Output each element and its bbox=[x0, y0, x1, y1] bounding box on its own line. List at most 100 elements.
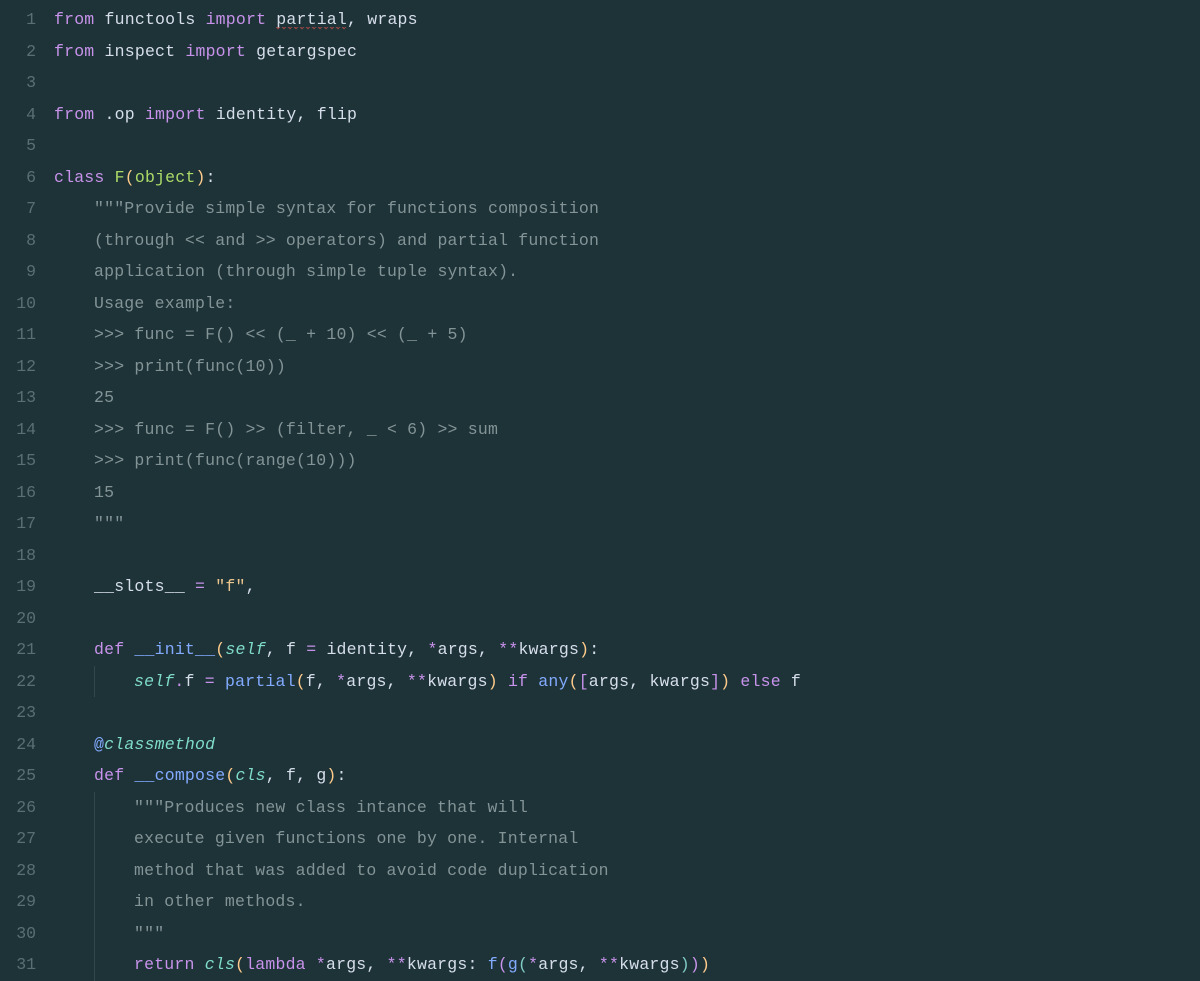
line-number: 14 bbox=[0, 414, 36, 446]
token-id: inspect bbox=[105, 42, 176, 61]
code-line[interactable]: >>> func = F() << (_ + 10) << (_ + 5) bbox=[54, 319, 1200, 351]
line-number: 27 bbox=[0, 823, 36, 855]
line-number: 12 bbox=[0, 351, 36, 383]
token-str: >>> func = F() << (_ + 10) << (_ + 5) bbox=[94, 325, 468, 344]
token-str: """ bbox=[134, 924, 164, 943]
token-id: f bbox=[791, 672, 801, 691]
indent-guide bbox=[54, 823, 94, 855]
code-line[interactable]: """ bbox=[54, 918, 1200, 950]
token-arg: f bbox=[286, 766, 296, 785]
code-line[interactable]: (through << and >> operators) and partia… bbox=[54, 225, 1200, 257]
token-p: ( bbox=[125, 168, 135, 187]
code-line[interactable]: Usage example: bbox=[54, 288, 1200, 320]
token-id: : bbox=[206, 168, 216, 187]
line-number: 13 bbox=[0, 382, 36, 414]
code-line[interactable] bbox=[54, 130, 1200, 162]
token-kw: return bbox=[134, 955, 195, 974]
indent-guide bbox=[54, 666, 94, 698]
code-line[interactable] bbox=[54, 67, 1200, 99]
line-number: 22 bbox=[0, 666, 36, 698]
line-number: 19 bbox=[0, 571, 36, 603]
indent-guide bbox=[94, 918, 134, 950]
code-line[interactable]: """Produces new class intance that will bbox=[54, 792, 1200, 824]
token-p: ) bbox=[326, 766, 336, 785]
token-str: application (through simple tuple syntax… bbox=[94, 262, 518, 281]
line-number: 11 bbox=[0, 319, 36, 351]
token-fn: __init__ bbox=[134, 640, 215, 659]
indent-guide bbox=[54, 288, 94, 320]
code-line[interactable]: __slots__ = "f", bbox=[54, 571, 1200, 603]
token-str: execute given functions one by one. Inte… bbox=[134, 829, 578, 848]
token-type: F bbox=[115, 168, 125, 187]
code-line[interactable]: def __init__(self, f = identity, *args, … bbox=[54, 634, 1200, 666]
token-p: ( bbox=[296, 672, 306, 691]
code-line[interactable]: def __compose(cls, f, g): bbox=[54, 760, 1200, 792]
code-area[interactable]: from functools import partial, wrapsfrom… bbox=[54, 0, 1200, 980]
code-line[interactable]: in other methods. bbox=[54, 886, 1200, 918]
code-line[interactable]: from functools import partial, wraps bbox=[54, 4, 1200, 36]
indent-guide bbox=[54, 319, 94, 351]
token-p2: ) bbox=[690, 955, 700, 974]
token-p2: [ bbox=[579, 672, 589, 691]
token-kw: lambda bbox=[245, 955, 306, 974]
code-line[interactable]: """Provide simple syntax for functions c… bbox=[54, 193, 1200, 225]
line-number: 23 bbox=[0, 697, 36, 729]
token-id: kwargs bbox=[649, 672, 710, 691]
code-line[interactable] bbox=[54, 697, 1200, 729]
indent-guide bbox=[54, 949, 94, 981]
code-line[interactable]: class F(object): bbox=[54, 162, 1200, 194]
indent-guide bbox=[54, 729, 94, 761]
token-op: * bbox=[336, 672, 346, 691]
token-p: ( bbox=[569, 672, 579, 691]
code-line[interactable]: """ bbox=[54, 508, 1200, 540]
token-str: in other methods. bbox=[134, 892, 306, 911]
code-line[interactable] bbox=[54, 603, 1200, 635]
token-op: = bbox=[195, 577, 205, 596]
code-line[interactable]: @classmethod bbox=[54, 729, 1200, 761]
token-str: method that was added to avoid code dupl… bbox=[134, 861, 609, 880]
code-editor[interactable]: 1234567891011121314151617181920212223242… bbox=[0, 0, 1200, 980]
code-line[interactable]: from .op import identity, flip bbox=[54, 99, 1200, 131]
token-str: >>> print(func(10)) bbox=[94, 357, 286, 376]
token-id: : bbox=[337, 766, 347, 785]
indent-guide bbox=[54, 918, 94, 950]
token-p: ) bbox=[720, 672, 730, 691]
indent-guide bbox=[54, 382, 94, 414]
token-comma: , bbox=[266, 766, 276, 785]
code-line[interactable]: from inspect import getargspec bbox=[54, 36, 1200, 68]
indent-guide bbox=[54, 886, 94, 918]
code-line[interactable]: 25 bbox=[54, 382, 1200, 414]
token-id: args bbox=[589, 672, 629, 691]
token-id: f bbox=[306, 672, 316, 691]
line-number-gutter: 1234567891011121314151617181920212223242… bbox=[0, 0, 54, 980]
code-line[interactable]: >>> print(func(range(10))) bbox=[54, 445, 1200, 477]
token-op: * bbox=[528, 955, 538, 974]
line-number: 28 bbox=[0, 855, 36, 887]
token-kw: import bbox=[145, 105, 206, 124]
code-line[interactable]: execute given functions one by one. Inte… bbox=[54, 823, 1200, 855]
token-str: >>> print(func(range(10))) bbox=[94, 451, 357, 470]
code-line[interactable]: 15 bbox=[54, 477, 1200, 509]
code-line[interactable]: >>> func = F() >> (filter, _ < 6) >> sum bbox=[54, 414, 1200, 446]
indent-guide bbox=[54, 414, 94, 446]
line-number: 20 bbox=[0, 603, 36, 635]
token-id: : bbox=[589, 640, 599, 659]
line-number: 10 bbox=[0, 288, 36, 320]
token-dec: @ bbox=[94, 735, 104, 754]
token-arg: kwargs bbox=[407, 955, 468, 974]
token-p: ) bbox=[488, 672, 498, 691]
token-cls: cls bbox=[205, 955, 235, 974]
code-line[interactable]: method that was added to avoid code dupl… bbox=[54, 855, 1200, 887]
code-line[interactable]: >>> print(func(10)) bbox=[54, 351, 1200, 383]
token-comma: , bbox=[347, 10, 357, 29]
token-id: identity bbox=[326, 640, 407, 659]
code-line[interactable]: self.f = partial(f, *args, **kwargs) if … bbox=[54, 666, 1200, 698]
code-line[interactable]: return cls(lambda *args, **kwargs: f(g(*… bbox=[54, 949, 1200, 981]
token-p: ) bbox=[195, 168, 205, 187]
code-line[interactable]: application (through simple tuple syntax… bbox=[54, 256, 1200, 288]
code-line[interactable] bbox=[54, 540, 1200, 572]
token-kw: if bbox=[508, 672, 528, 691]
token-sq: partial bbox=[276, 10, 347, 30]
token-id: : bbox=[467, 955, 477, 974]
token-comma: , bbox=[297, 105, 307, 124]
